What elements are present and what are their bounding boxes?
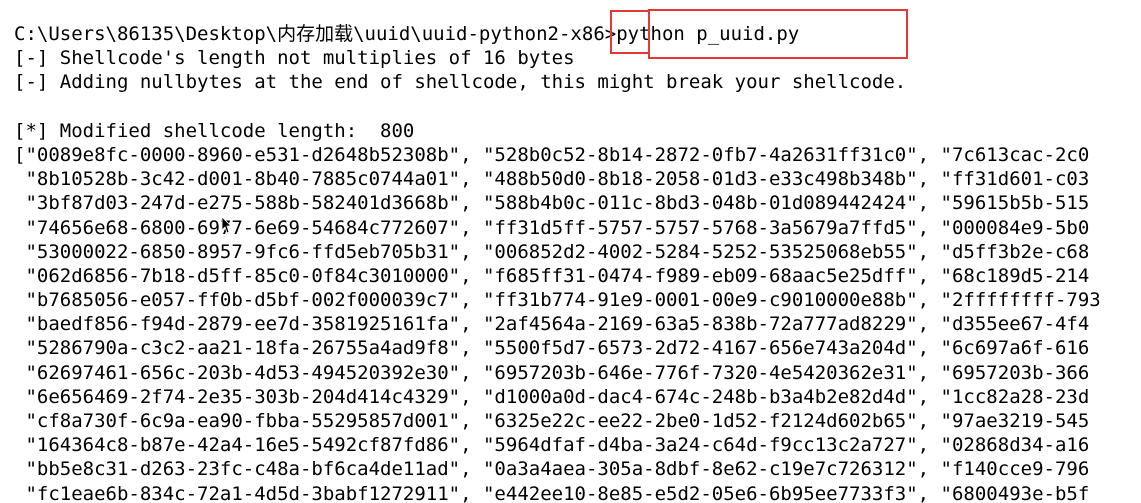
uuid-row: "8b10528b-3c42-d001-8b40-7885c0744a01", … [14,168,1090,191]
uuid-row: "bb5e8c31-d263-23fc-c48a-bf6ca4de11ad", … [14,458,1090,481]
uuid-row: "62697461-656c-203b-4d53-494520392e30", … [14,361,1090,384]
uuid-row: "53000022-6850-8957-9fc6-ffd5eb705b31", … [14,240,1090,263]
message-line [14,95,1101,119]
uuid-row: "6e656469-2f74-2e35-303b-204d414c4329", … [14,385,1090,408]
uuid-row: "cf8a730f-6c9a-ea90-fbba-55295857d001", … [14,410,1090,432]
message-line: [-] Adding nullbytes at the end of shell… [14,71,907,94]
text-cursor-icon [221,216,231,234]
uuid-row: "5286790a-c3c2-aa21-18fa-26755a4ad9f8", … [14,337,1090,360]
uuid-row: "062d6856-7b18-d5ff-85c0-0f84c3010000", … [14,264,1090,287]
message-line: [*] Modified shellcode length: 800 [14,119,415,142]
console-window[interactable]: C:\Users\86135\Desktop\内存加载\uuid\uuid-py… [0,0,1141,503]
message-line: [-] Shellcode's length not multiplies of… [14,47,575,70]
uuid-row: "164364c8-b87e-42a4-16e5-5492cf87fd86", … [14,434,1090,457]
console-output: C:\Users\86135\Desktop\内存加载\uuid\uuid-py… [14,22,1101,503]
prompt-path: C:\Users\86135\Desktop\内存加载\uuid\uuid-py… [14,23,617,45]
uuid-row: "74656e68-6800-6977-6e69-54684c772607", … [14,216,1090,239]
prompt-command: python p_uuid.py [616,23,800,45]
uuid-row: "baedf856-f94d-2879-ee7d-3581925161fa", … [14,313,1090,336]
uuid-row: "3bf87d03-247d-e275-588b-582401d3668b", … [14,192,1090,215]
uuid-row: "fc1eae6b-834c-72a1-4d5d-3babf1272911", … [14,482,1090,503]
uuid-row: "b7685056-e057-ff0b-d5bf-002f000039c7", … [14,289,1101,312]
prompt-line: C:\Users\86135\Desktop\内存加载\uuid\uuid-py… [14,22,1101,46]
uuid-row: ["0089e8fc-0000-8960-e531-d2648b52308b",… [14,143,1090,166]
